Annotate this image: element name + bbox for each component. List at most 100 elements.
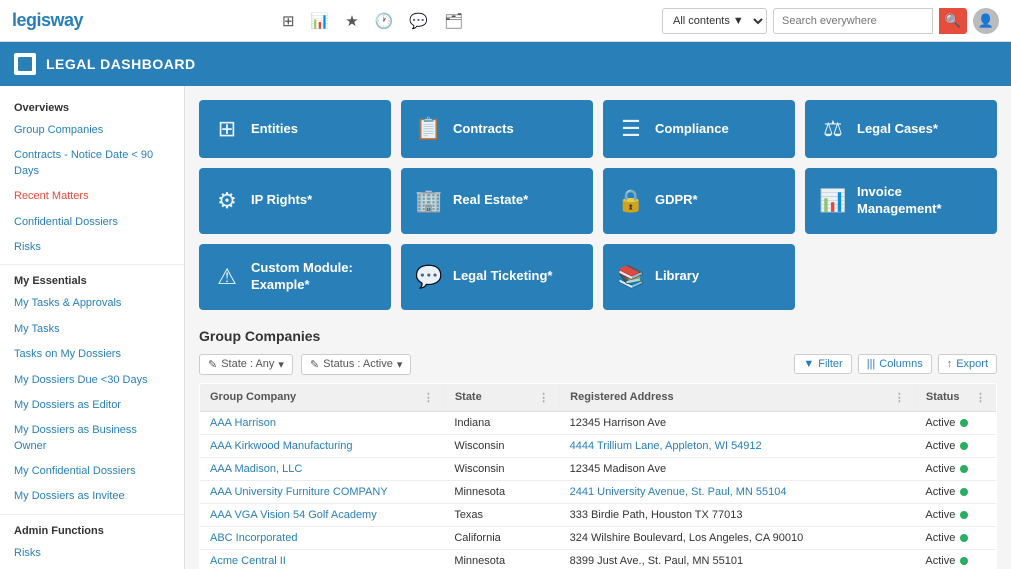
module-real-estate[interactable]: 🏢 Real Estate* <box>401 168 593 234</box>
contracts-icon: 📋 <box>415 116 443 142</box>
grid-icon[interactable]: ⊞ <box>282 12 295 30</box>
status-filter-button[interactable]: ✎ Status : Active ▾ <box>301 354 411 375</box>
module-library[interactable]: 📚 Library <box>603 244 795 310</box>
module-legal-cases[interactable]: ⚖ Legal Cases* <box>805 100 997 158</box>
col-group-company-menu-icon[interactable]: ⋮ <box>423 391 434 404</box>
search-input[interactable] <box>773 8 933 34</box>
search-dropdown[interactable]: All contents ▼ <box>662 8 767 34</box>
cell-company-name[interactable]: AAA Harrison <box>200 411 445 434</box>
gdpr-label: GDPR* <box>655 192 698 209</box>
cell-address[interactable]: 4444 Trillium Lane, Appleton, WI 54912 <box>560 434 916 457</box>
filter-action-button[interactable]: ▼ Filter <box>794 354 851 374</box>
filter-icon: ▼ <box>803 358 814 370</box>
cell-state: Wisconsin <box>444 457 559 480</box>
active-status-label: Active <box>925 440 955 452</box>
export-button[interactable]: ↑ Export <box>938 354 997 374</box>
active-status-label: Active <box>925 509 955 521</box>
status-dot <box>960 419 968 427</box>
module-legal-ticketing[interactable]: 💬 Legal Ticketing* <box>401 244 593 310</box>
cell-company-name[interactable]: Acme Central II <box>200 549 445 569</box>
nav-icons: ⊞ 📊 ★ 🕐 💬 🗂 <box>101 12 644 30</box>
cell-address[interactable]: 2441 University Avenue, St. Paul, MN 551… <box>560 480 916 503</box>
chart-icon[interactable]: 📊 <box>311 12 330 30</box>
sidebar-item-my-dossiers-editor[interactable]: My Dossiers as Editor <box>0 393 184 418</box>
cell-address: 333 Birdie Path, Houston TX 77013 <box>560 503 916 526</box>
module-invoice-management[interactable]: 📊 Invoice Management* <box>805 168 997 234</box>
status-filter-label: Status : Active <box>323 358 393 370</box>
module-compliance[interactable]: ☰ Compliance <box>603 100 795 158</box>
module-contracts[interactable]: 📋 Contracts <box>401 100 593 158</box>
table-row: AAA Harrison Indiana 12345 Harrison Ave … <box>200 411 997 434</box>
clock-icon[interactable]: 🕐 <box>375 12 394 30</box>
col-group-company-label: Group Company <box>210 391 296 403</box>
top-navigation: legisway ⊞ 📊 ★ 🕐 💬 🗂 All contents ▼ 🔍 👤 <box>0 0 1011 42</box>
module-custom-module[interactable]: ⚠ Custom Module: Example* <box>199 244 391 310</box>
columns-icon: ||| <box>867 358 876 370</box>
active-status-label: Active <box>925 463 955 475</box>
sidebar-item-my-confidential-dossiers[interactable]: My Confidential Dossiers <box>0 459 184 484</box>
sidebar-item-group-companies[interactable]: Group Companies <box>0 118 184 143</box>
sidebar-item-risks-admin[interactable]: Risks <box>0 541 184 566</box>
filter-bar: ✎ State : Any ▾ ✎ Status : Active ▾ ▼ Fi… <box>199 354 997 375</box>
col-status-menu-icon[interactable]: ⋮ <box>975 391 986 404</box>
columns-button[interactable]: ||| Columns <box>858 354 932 374</box>
sidebar-item-my-dossiers-due[interactable]: My Dossiers Due <30 Days <box>0 368 184 393</box>
cell-company-name[interactable]: AAA Kirkwood Manufacturing <box>200 434 445 457</box>
sidebar-item-my-dossiers-business-owner[interactable]: My Dossiers as Business Owner <box>0 418 184 459</box>
logo-suffix: way <box>51 10 84 30</box>
cell-address: 8399 Just Ave., St. Paul, MN 55101 <box>560 549 916 569</box>
cell-company-name[interactable]: AAA VGA Vision 54 Golf Academy <box>200 503 445 526</box>
legal-ticketing-icon: 💬 <box>415 264 443 290</box>
dashboard-icon <box>14 53 36 75</box>
real-estate-label: Real Estate* <box>453 192 528 209</box>
compliance-icon: ☰ <box>617 116 645 142</box>
cell-status: Active <box>915 526 996 549</box>
module-entities[interactable]: ⊞ Entities <box>199 100 391 158</box>
sidebar-item-risks-overviews[interactable]: Risks <box>0 235 184 260</box>
cell-state: Wisconsin <box>444 434 559 457</box>
state-filter-button[interactable]: ✎ State : Any ▾ <box>199 354 293 375</box>
chat-icon[interactable]: 💬 <box>409 12 428 30</box>
col-registered-address: Registered Address ⋮ <box>560 383 916 411</box>
logo[interactable]: legisway <box>12 10 83 31</box>
cell-company-name[interactable]: AAA University Furniture COMPANY <box>200 480 445 503</box>
legal-ticketing-label: Legal Ticketing* <box>453 268 552 285</box>
sidebar-item-confidential-dossiers[interactable]: Confidential Dossiers <box>0 210 184 235</box>
active-status-label: Active <box>925 555 955 567</box>
sidebar-item-my-dossiers-invitee[interactable]: My Dossiers as Invitee <box>0 484 184 509</box>
sidebar-item-my-tasks-approvals[interactable]: My Tasks & Approvals <box>0 291 184 316</box>
table-row: Acme Central II Minnesota 8399 Just Ave.… <box>200 549 997 569</box>
cell-address: 12345 Harrison Ave <box>560 411 916 434</box>
sidebar-item-recent-matters[interactable]: Recent Matters <box>0 184 184 209</box>
status-dot <box>960 488 968 496</box>
sidebar-item-my-tasks[interactable]: My Tasks <box>0 317 184 342</box>
star-icon[interactable]: ★ <box>345 12 358 30</box>
col-state-menu-icon[interactable]: ⋮ <box>538 391 549 404</box>
col-state: State ⋮ <box>444 383 559 411</box>
col-address-label: Registered Address <box>570 391 674 403</box>
table-header-row: Group Company ⋮ State ⋮ <box>200 383 997 411</box>
cell-status: Active <box>915 480 996 503</box>
sidebar-item-tasks-on-dossiers[interactable]: Tasks on My Dossiers <box>0 342 184 367</box>
module-gdpr[interactable]: 🔒 GDPR* <box>603 168 795 234</box>
ip-rights-label: IP Rights* <box>251 192 312 209</box>
module-placeholder <box>805 244 997 310</box>
module-ip-rights[interactable]: ⚙ IP Rights* <box>199 168 391 234</box>
sidebar-divider-1 <box>0 264 184 265</box>
search-button[interactable]: 🔍 <box>939 8 967 34</box>
gdpr-icon: 🔒 <box>617 188 645 214</box>
filter-label: Filter <box>818 358 842 370</box>
col-state-label: State <box>455 391 482 403</box>
active-status-label: Active <box>925 532 955 544</box>
contracts-label: Contracts <box>453 121 514 138</box>
inbox-icon[interactable]: 🗂 <box>444 12 463 30</box>
cell-company-name[interactable]: AAA Madison, LLC <box>200 457 445 480</box>
main-content: ⊞ Entities 📋 Contracts ☰ Compliance ⚖ Le… <box>185 86 1011 569</box>
real-estate-icon: 🏢 <box>415 188 443 214</box>
header-bar: LEGAL DASHBOARD <box>0 42 1011 86</box>
sidebar-item-contracts-notice[interactable]: Contracts - Notice Date < 90 Days <box>0 143 184 184</box>
user-avatar[interactable]: 👤 <box>973 8 999 34</box>
col-address-menu-icon[interactable]: ⋮ <box>894 391 905 404</box>
cell-company-name[interactable]: ABC Incorporated <box>200 526 445 549</box>
table-row: AAA Madison, LLC Wisconsin 12345 Madison… <box>200 457 997 480</box>
